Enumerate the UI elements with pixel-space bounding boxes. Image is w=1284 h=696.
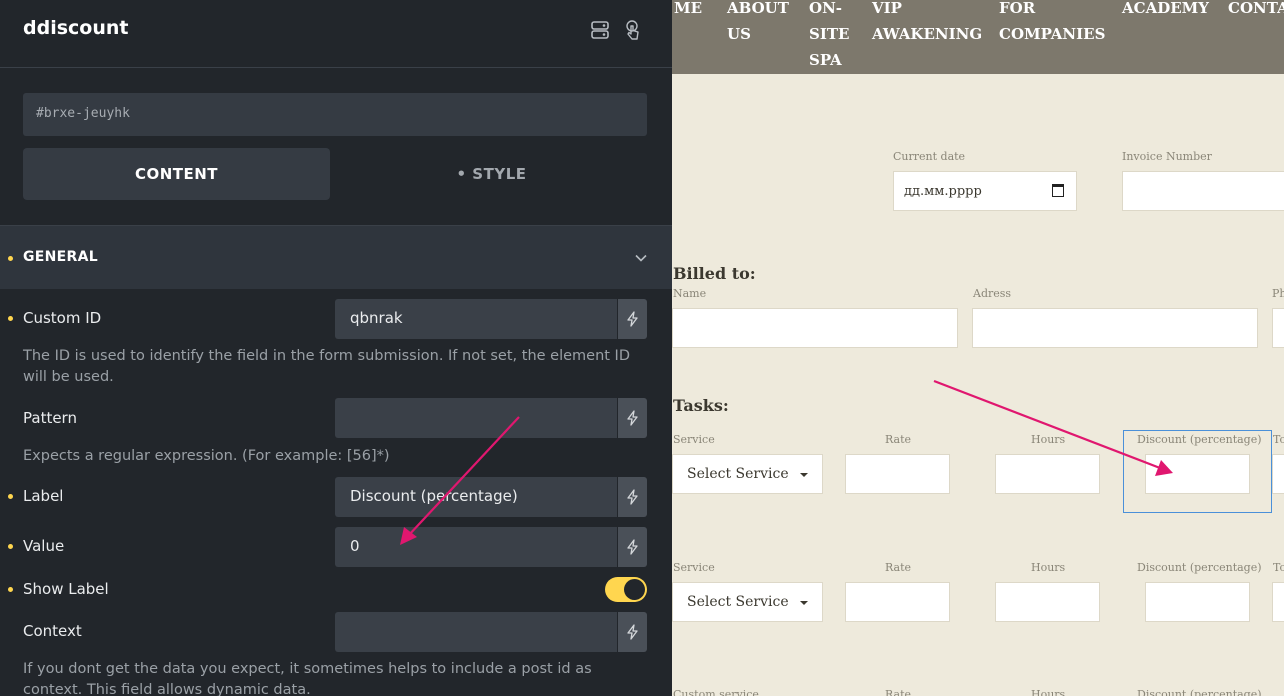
service-label: Service: [673, 561, 715, 574]
tasks-heading: Tasks:: [673, 396, 729, 415]
caret-down-icon: [800, 473, 808, 477]
discount-input[interactable]: [1145, 582, 1250, 622]
tab-content[interactable]: CONTENT: [23, 148, 330, 200]
rate-input[interactable]: [845, 582, 950, 622]
show-label-label: Show Label: [23, 580, 109, 598]
builder-panel: ddiscount #brxe-jeuyhk CONTENT • STYLE G…: [0, 0, 672, 696]
total-input[interactable]: [1272, 454, 1284, 494]
pattern-label: Pattern: [23, 409, 77, 427]
label-label: Label: [23, 487, 64, 505]
bolt-icon: [627, 539, 638, 555]
billed-to-heading: Billed to:: [673, 264, 756, 283]
rate-input[interactable]: [845, 454, 950, 494]
hours-input[interactable]: [995, 582, 1100, 622]
phone-label: Ph: [1272, 287, 1284, 300]
show-label-toggle[interactable]: [605, 577, 647, 602]
hours-label: Hours: [1031, 433, 1066, 446]
calendar-icon[interactable]: [1052, 184, 1064, 197]
context-label: Context: [23, 622, 82, 640]
context-help: If you dont get the data you expect, it …: [23, 661, 592, 696]
nav-item-vip[interactable]: VIP AWAKENING: [872, 0, 982, 47]
bolt-icon: [627, 489, 638, 505]
value-label: Value: [23, 537, 65, 555]
select-service-value: Select Service: [687, 466, 789, 482]
toggle-knob: [624, 579, 645, 600]
section-general-header[interactable]: GENERAL: [0, 225, 672, 289]
pattern-help: Expects a regular expression. (For examp…: [23, 448, 390, 464]
rate-label: Rate: [885, 688, 912, 696]
pattern-dynamic-data-button[interactable]: [618, 398, 647, 438]
custom-id-dynamic-data-button[interactable]: [618, 299, 647, 339]
modified-dot: [8, 544, 13, 549]
page-preview: ME ABOUT US ON-SITE SPA VIP AWAKENING FO…: [672, 0, 1284, 696]
custom-id-help: The ID is used to identify the field in …: [23, 348, 631, 385]
hours-label: Hours: [1031, 561, 1066, 574]
custom-id-label: Custom ID: [23, 309, 102, 327]
invoice-number-label: Invoice Number: [1122, 150, 1212, 163]
site-nav: ME ABOUT US ON-SITE SPA VIP AWAKENING FO…: [672, 0, 1284, 74]
discount-label: Discount (percentage): [1137, 561, 1262, 574]
invoice-number-input[interactable]: [1122, 171, 1284, 211]
name-label: Name: [673, 287, 707, 300]
address-label: Adress: [973, 287, 1012, 300]
section-general-label: GENERAL: [23, 249, 98, 265]
current-date-input[interactable]: дд.мм.рррр: [893, 171, 1077, 211]
total-label: To: [1273, 561, 1284, 574]
value-dynamic-data-button[interactable]: [618, 527, 647, 567]
context-dynamic-data-button[interactable]: [618, 612, 647, 652]
hours-label: Hours: [1031, 688, 1066, 696]
css-id-field[interactable]: #brxe-jeuyhk: [23, 93, 647, 136]
bolt-icon: [627, 624, 638, 640]
panel-header: ddiscount: [0, 0, 672, 68]
nav-item-companies[interactable]: FOR COMPANIES: [999, 0, 1109, 47]
modified-dot: [8, 256, 13, 261]
select-service-value: Select Service: [687, 594, 789, 610]
custom-id-input[interactable]: qbnrak: [335, 299, 617, 339]
pattern-input[interactable]: [335, 398, 617, 438]
nav-item-academy[interactable]: ACADEMY: [1122, 0, 1222, 21]
tab-style[interactable]: • STYLE: [336, 148, 647, 200]
nav-item-home[interactable]: ME: [674, 0, 714, 21]
caret-down-icon: [800, 601, 808, 605]
total-label: To: [1273, 433, 1284, 446]
context-input[interactable]: [335, 612, 617, 652]
rate-label: Rate: [885, 561, 912, 574]
label-dynamic-data-button[interactable]: [618, 477, 647, 517]
date-placeholder: дд.мм.рррр: [904, 184, 982, 199]
label-input[interactable]: Discount (percentage): [335, 477, 617, 517]
modified-dot: [8, 587, 13, 592]
bolt-icon: [627, 410, 638, 426]
hours-input[interactable]: [995, 454, 1100, 494]
custom-service-label: Custom service: [673, 688, 759, 696]
nav-item-spa[interactable]: ON-SITE SPA: [809, 0, 853, 73]
phone-input[interactable]: [1272, 308, 1284, 348]
pointer-hand-icon[interactable]: [622, 19, 644, 41]
service-label: Service: [673, 433, 715, 446]
chevron-down-icon: [635, 254, 647, 262]
nav-item-about[interactable]: ABOUT US: [727, 0, 797, 47]
rate-label: Rate: [885, 433, 912, 446]
service-select[interactable]: Select Service: [672, 582, 823, 622]
current-date-label: Current date: [893, 150, 966, 163]
layers-toggle-icon[interactable]: [589, 19, 611, 41]
element-title: ddiscount: [23, 17, 129, 39]
value-input[interactable]: 0: [335, 527, 617, 567]
nav-item-contact[interactable]: CONTA: [1228, 0, 1284, 21]
discount-label: Discount (percentage): [1137, 688, 1262, 696]
name-input[interactable]: [672, 308, 958, 348]
selected-element-outline: [1123, 430, 1272, 513]
modified-dot: [8, 316, 13, 321]
total-input[interactable]: [1272, 582, 1284, 622]
bolt-icon: [627, 311, 638, 327]
address-input[interactable]: [972, 308, 1258, 348]
service-select[interactable]: Select Service: [672, 454, 823, 494]
modified-dot: [8, 494, 13, 499]
